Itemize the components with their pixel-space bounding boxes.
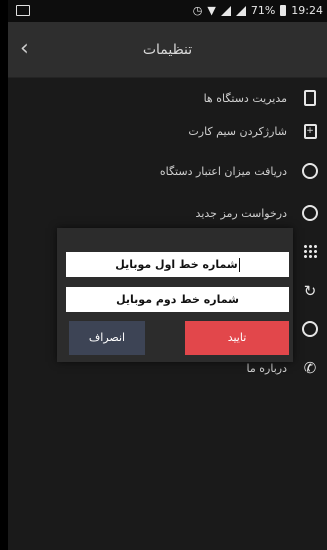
toolbar: ‹ تنظیمات: [8, 22, 327, 78]
sim-charge-icon: +: [297, 118, 323, 144]
status-icons: ◷ ▼ 71% 19:24: [193, 4, 323, 17]
dial-pad-icon: [297, 238, 323, 264]
status-time: 19:24: [291, 4, 323, 17]
text-caret: [238, 258, 240, 272]
cancel-button[interactable]: انصراف: [69, 321, 145, 355]
menu-item-sim-charge[interactable]: شارژکردن سیم کارت +: [8, 116, 327, 146]
second-number-field[interactable]: شماره خط دوم موبایل: [66, 287, 289, 312]
phone-call-icon: ✆: [303, 359, 317, 377]
wifi-icon: ▼: [207, 4, 216, 17]
signal-icon-2: [235, 5, 246, 16]
phone-number-dialog: شماره خط اول موبایل شماره خط دوم موبایل …: [57, 228, 293, 362]
first-number-text: شماره خط اول موبایل: [115, 258, 238, 271]
signal-icon: [220, 5, 231, 16]
phone-screen: ◷ ▼ 71% 19:24 ‹ تنظیمات مدیریت دستگاه ها…: [8, 0, 327, 550]
menu-item-device-management[interactable]: مدیریت دستگاه ها: [8, 83, 327, 113]
credit-check-icon: [297, 158, 323, 184]
first-number-field[interactable]: شماره خط اول موبایل: [66, 252, 289, 277]
status-bar: ◷ ▼ 71% 19:24: [8, 0, 327, 22]
second-number-text: شماره خط دوم موبایل: [116, 293, 239, 306]
globe-icon: [297, 316, 323, 342]
menu-item-label: درباره ما: [246, 361, 287, 375]
battery-icon: [280, 5, 287, 16]
screenshot-icon: [16, 5, 30, 16]
refresh-icon: ↻: [303, 282, 317, 300]
menu-item-credit-check[interactable]: دریافت میزان اعتبار دستگاه: [8, 156, 327, 186]
key-icon: [297, 200, 323, 226]
menu-item-new-password[interactable]: درخواست رمز جدید: [8, 198, 327, 228]
alarm-icon: ◷: [192, 4, 203, 17]
menu-item-label: مدیریت دستگاه ها: [203, 91, 287, 105]
menu-item-label: دریافت میزان اعتبار دستگاه: [159, 164, 287, 178]
battery-percent: 71%: [250, 4, 276, 17]
menu-item-label: درخواست رمز جدید: [195, 206, 287, 220]
page-title: تنظیمات: [142, 42, 193, 58]
phone-icon: [297, 85, 323, 111]
confirm-button[interactable]: تایید: [185, 321, 289, 355]
menu-item-label: شارژکردن سیم کارت: [188, 124, 287, 138]
